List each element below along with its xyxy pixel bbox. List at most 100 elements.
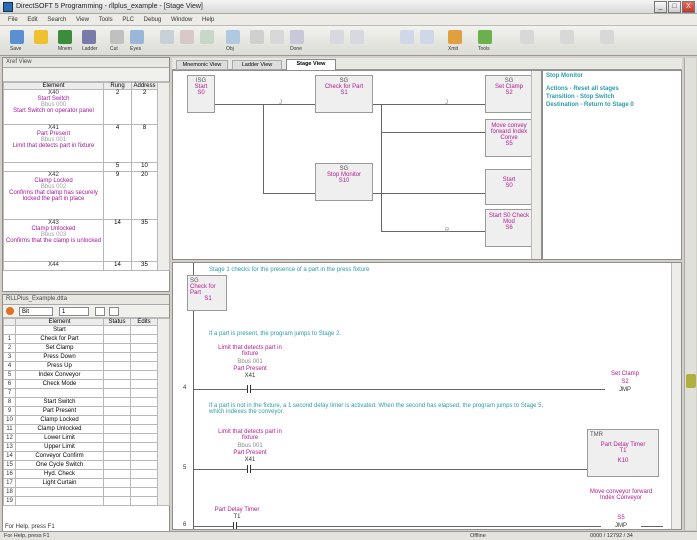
- tools-icon[interactable]: [478, 30, 492, 44]
- doc-option-button[interactable]: [109, 307, 119, 316]
- list-item[interactable]: 14 Conveyor Confirm: [3, 451, 170, 461]
- jmp-coil-2[interactable]: JMP: [601, 523, 641, 529]
- ladder-icon[interactable]: [82, 30, 96, 44]
- tab-stage[interactable]: Stage View: [286, 59, 336, 70]
- status-mode: Offline: [470, 533, 486, 539]
- list-item[interactable]: 5 Index Conveyor: [3, 370, 170, 380]
- save-icon[interactable]: [10, 30, 24, 44]
- tool-icon-b[interactable]: [180, 30, 194, 44]
- jmp-coil[interactable]: JMP: [605, 387, 645, 393]
- list-item[interactable]: 11 Clamp Unlocked: [3, 424, 170, 434]
- contact-part-present[interactable]: [247, 385, 251, 393]
- list-item[interactable]: 8 Start Switch: [3, 397, 170, 407]
- doc-col-status[interactable]: Status: [103, 318, 131, 326]
- list-item[interactable]: 16 Hyd. Check: [3, 469, 170, 479]
- stage-index-conveyor[interactable]: Move convey forward Index Conve S5: [485, 119, 533, 157]
- contact-timer[interactable]: [233, 522, 237, 529]
- xref-row[interactable]: 5 10: [3, 162, 170, 172]
- dock-strip: [684, 58, 696, 530]
- list-item[interactable]: 19: [3, 496, 170, 506]
- obj-label: Obj: [226, 46, 234, 52]
- new-doc-button[interactable]: [95, 307, 105, 316]
- doc-scrollbar[interactable]: [157, 318, 170, 506]
- xref-row[interactable]: X40 Start Switch Bbus 000 Start Switch on o…: [3, 89, 170, 125]
- doc-col-element[interactable]: Element: [15, 318, 104, 326]
- list-item[interactable]: 7: [3, 388, 170, 398]
- tool-icon-e[interactable]: [270, 30, 284, 44]
- tool-icon-c[interactable]: [200, 30, 214, 44]
- tool-icon-i[interactable]: [420, 30, 434, 44]
- xref-col-rung[interactable]: Rung: [103, 82, 132, 90]
- type-select[interactable]: Bit: [19, 307, 53, 316]
- doc-status: For Help, press F1: [5, 524, 55, 530]
- xref-row[interactable]: X42 Clamp Locked Bbus 002 Confirms that cla…: [3, 171, 170, 220]
- list-item[interactable]: 9 Part Present: [3, 406, 170, 416]
- xref-scrollbar[interactable]: [157, 82, 170, 271]
- tool-icon-l[interactable]: [600, 30, 614, 44]
- stage-return-start[interactable]: Start S0: [485, 169, 533, 205]
- list-item[interactable]: 3 Press Down: [3, 352, 170, 362]
- tool-icon-d[interactable]: [250, 30, 264, 44]
- tool-icon-j[interactable]: [520, 30, 534, 44]
- contact-part-present-2[interactable]: [247, 465, 251, 473]
- stage-stop-monitor[interactable]: SG Stop Monitor S10: [315, 163, 373, 201]
- menu-help[interactable]: Help: [202, 17, 214, 23]
- eye-icon[interactable]: [130, 30, 144, 44]
- xref-row[interactable]: X41 Part Present Bbus 001 Limit that detect…: [3, 124, 170, 163]
- done-icon[interactable]: [290, 30, 304, 44]
- xref-row[interactable]: X44 14 35: [3, 261, 170, 271]
- menu-plc[interactable]: PLC: [122, 17, 134, 23]
- xref-toolbar: [3, 68, 169, 82]
- object-icon[interactable]: [226, 30, 240, 44]
- xref-panel: Xref View Element Rung Address X40 Start …: [2, 57, 170, 292]
- rung-note-1: Stage 1 checks for the presence of a par…: [209, 267, 370, 273]
- tool-icon-h[interactable]: [400, 30, 414, 44]
- close-button[interactable]: X: [682, 1, 695, 13]
- list-item[interactable]: 1 Check for Part: [3, 334, 170, 344]
- menu-tools[interactable]: Tools: [99, 17, 113, 23]
- number-select[interactable]: 1: [59, 307, 89, 316]
- ladder-stage-box[interactable]: SG Check for Part S1: [187, 275, 227, 311]
- doc-col-edits[interactable]: Edits: [130, 318, 158, 326]
- list-item[interactable]: 6 Check Mode: [3, 379, 170, 389]
- list-item[interactable]: 4 Press Up: [3, 361, 170, 371]
- menu-debug[interactable]: Debug: [144, 17, 162, 23]
- list-item[interactable]: 15 One Cycle Switch: [3, 460, 170, 470]
- tab-ladder[interactable]: Ladder View: [232, 60, 282, 70]
- stage-start[interactable]: ISG Start S0: [187, 75, 215, 113]
- ladder-scrollbar[interactable]: [671, 263, 681, 529]
- menu-search[interactable]: Search: [47, 17, 66, 23]
- mnemonic-icon[interactable]: [58, 30, 72, 44]
- menu-file[interactable]: File: [8, 17, 18, 23]
- tool-icon-f[interactable]: [330, 30, 344, 44]
- menu-edit[interactable]: Edit: [27, 17, 37, 23]
- cut-icon[interactable]: [110, 30, 124, 44]
- tool-palette-icon[interactable]: [686, 374, 696, 388]
- xref-row[interactable]: X43 Clamp Unlocked Bbus 003 Confirms that t…: [3, 219, 170, 262]
- list-item[interactable]: 2 Set Clamp: [3, 343, 170, 353]
- minimize-button[interactable]: _: [654, 1, 667, 13]
- stage-scrollbar[interactable]: [531, 71, 541, 259]
- menu-view[interactable]: View: [76, 17, 89, 23]
- folder-icon[interactable]: [34, 30, 48, 44]
- stage-diagram: ISG Start S0 SG Check for Part S1 SG Set Clam…: [172, 70, 542, 260]
- stage-set-clamp[interactable]: SG Set Clamp S2: [485, 75, 533, 113]
- xref-col-element[interactable]: Element: [3, 82, 104, 90]
- timer-box[interactable]: TMR Part Delay Timer T1 K10: [587, 429, 659, 477]
- stage-check-mode[interactable]: Start S0 Check Mod S6: [485, 209, 533, 247]
- tool-icon-k[interactable]: [560, 30, 574, 44]
- list-item[interactable]: 12 Lower Limit: [3, 433, 170, 443]
- list-item[interactable]: 10 Clamp Locked: [3, 415, 170, 425]
- tool-icon-a[interactable]: [160, 30, 174, 44]
- list-item[interactable]: 13 Upper Limit: [3, 442, 170, 452]
- xref-col-address[interactable]: Address: [131, 82, 158, 90]
- menu-window[interactable]: Window: [171, 17, 192, 23]
- xmit-icon[interactable]: [448, 30, 462, 44]
- list-item[interactable]: 18: [3, 487, 170, 497]
- maximize-button[interactable]: □: [668, 1, 681, 13]
- list-item[interactable]: Start: [3, 325, 170, 335]
- tool-icon-g[interactable]: [350, 30, 364, 44]
- tab-mnemonic[interactable]: Mnemonic View: [176, 60, 228, 70]
- stage-check-for-part[interactable]: SG Check for Part S1: [315, 75, 373, 113]
- list-item[interactable]: 17 Light Curtain: [3, 478, 170, 488]
